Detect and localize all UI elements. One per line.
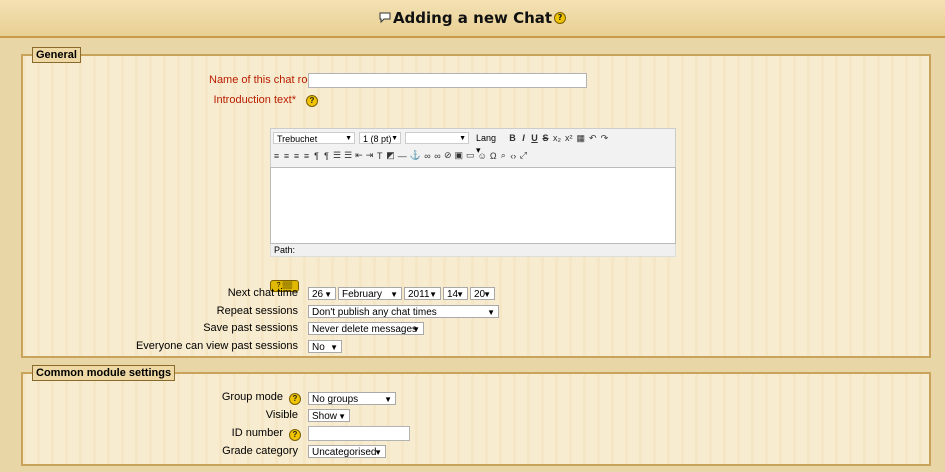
month-select[interactable]: February ▼ bbox=[338, 287, 402, 300]
anchor-icon[interactable]: ⚓ bbox=[410, 150, 421, 161]
unlink-icon[interactable]: ∞ bbox=[434, 151, 441, 161]
align-right-icon[interactable]: ≡ bbox=[293, 151, 300, 161]
clean-icon[interactable]: ▦ bbox=[577, 133, 586, 144]
indent-icon[interactable]: ⇥ bbox=[366, 150, 374, 161]
group-mode-select[interactable]: No groups ▼ bbox=[308, 392, 396, 405]
editor-toolbar: Trebuchet ▼ 1 (8 pt) ▼ ▼ Lang ▾ B I U S x₂… bbox=[270, 128, 676, 167]
minute-select[interactable]: 20 ▼ bbox=[470, 287, 495, 300]
ordered-list-icon[interactable]: ☰ bbox=[333, 150, 341, 161]
link-icon[interactable]: ∞ bbox=[424, 151, 431, 161]
html-source-icon[interactable]: ‹› bbox=[510, 151, 517, 161]
idnumber-label: ID number bbox=[231, 427, 283, 439]
hour-select[interactable]: 14 ▼ bbox=[443, 287, 468, 300]
bg-color-icon[interactable]: ◩ bbox=[386, 150, 395, 161]
day-select[interactable]: 26 ▼ bbox=[308, 287, 336, 300]
name-input[interactable] bbox=[308, 73, 587, 88]
page-header: Adding a new Chat ? bbox=[0, 0, 945, 38]
underline-icon[interactable]: U bbox=[531, 133, 538, 143]
undo-icon[interactable]: ↶ bbox=[589, 133, 597, 144]
help-icon[interactable]: ? bbox=[289, 393, 301, 405]
special-char-icon[interactable]: Ω bbox=[490, 151, 497, 161]
outdent-icon[interactable]: ⇤ bbox=[355, 150, 363, 161]
next-chat-label: Next chat time bbox=[227, 287, 298, 299]
align-left-icon[interactable]: ≡ bbox=[273, 151, 280, 161]
grade-label: Grade category bbox=[222, 445, 298, 457]
save-select[interactable]: Never delete messages ▼ bbox=[308, 322, 424, 335]
unordered-list-icon[interactable]: ☰ bbox=[344, 150, 352, 161]
hr-icon[interactable]: — bbox=[398, 151, 407, 161]
superscript-icon[interactable]: x² bbox=[565, 133, 573, 143]
help-icon[interactable]: ? bbox=[306, 95, 318, 107]
everyone-select[interactable]: No ▼ bbox=[308, 340, 342, 353]
help-icon[interactable]: ? bbox=[554, 12, 567, 24]
intro-label: Introduction text* bbox=[213, 94, 296, 106]
smiley-icon[interactable]: ☺ bbox=[478, 151, 487, 161]
chat-bubble-icon bbox=[379, 9, 391, 27]
group-mode-label: Group mode bbox=[221, 391, 283, 403]
lang-select[interactable]: Lang ▾ bbox=[473, 132, 505, 155]
common-fieldset: Common module settings Group mode ? No g… bbox=[21, 365, 931, 466]
strikethrough-icon[interactable]: S bbox=[542, 133, 549, 143]
image-icon[interactable]: ▣ bbox=[455, 150, 464, 161]
page-title-text: Adding a new Chat bbox=[392, 9, 553, 27]
year-select[interactable]: 2011 ▼ bbox=[404, 287, 441, 300]
table-icon[interactable]: ▭ bbox=[466, 150, 475, 161]
text-color-icon[interactable]: T bbox=[376, 151, 383, 161]
help-icon[interactable]: ? bbox=[289, 429, 301, 441]
format-select[interactable]: ▼ bbox=[405, 132, 469, 144]
italic-icon[interactable]: I bbox=[520, 133, 527, 143]
idnumber-input[interactable] bbox=[308, 426, 410, 441]
nolink-icon[interactable]: ⊘ bbox=[444, 150, 452, 161]
common-legend: Common module settings bbox=[32, 365, 176, 381]
subscript-icon[interactable]: x₂ bbox=[553, 133, 561, 143]
editor-path: Path: bbox=[270, 244, 676, 257]
search-replace-icon[interactable]: ⌕ bbox=[500, 150, 507, 161]
page-title: Adding a new Chat ? bbox=[379, 9, 567, 27]
bold-icon[interactable]: B bbox=[509, 133, 516, 143]
font-select[interactable]: Trebuchet ▼ bbox=[273, 132, 355, 144]
general-fieldset: General Name of this chat room* Introduc… bbox=[21, 47, 931, 358]
everyone-label: Everyone can view past sessions bbox=[135, 340, 298, 352]
rtl-icon[interactable]: ¶ bbox=[323, 151, 330, 161]
ltr-icon[interactable]: ¶ bbox=[313, 151, 320, 161]
html-editor: Trebuchet ▼ 1 (8 pt) ▼ ▼ Lang ▾ B I U S x₂… bbox=[270, 128, 676, 257]
redo-icon[interactable]: ↷ bbox=[601, 133, 609, 144]
editor-textarea[interactable] bbox=[270, 167, 676, 244]
align-center-icon[interactable]: ≡ bbox=[283, 151, 290, 161]
justify-icon[interactable]: ≡ bbox=[303, 151, 310, 161]
visible-label: Visible bbox=[265, 409, 298, 421]
repeat-select[interactable]: Don't publish any chat times ▼ bbox=[308, 305, 499, 318]
fullscreen-icon[interactable]: ⤢ bbox=[520, 150, 527, 161]
grade-select[interactable]: Uncategorised ▼ bbox=[308, 445, 386, 458]
save-label: Save past sessions bbox=[203, 322, 298, 334]
size-select[interactable]: 1 (8 pt) ▼ bbox=[359, 132, 401, 144]
repeat-label: Repeat sessions bbox=[216, 305, 298, 317]
general-legend: General bbox=[32, 47, 81, 63]
visible-select[interactable]: Show ▼ bbox=[308, 409, 350, 422]
